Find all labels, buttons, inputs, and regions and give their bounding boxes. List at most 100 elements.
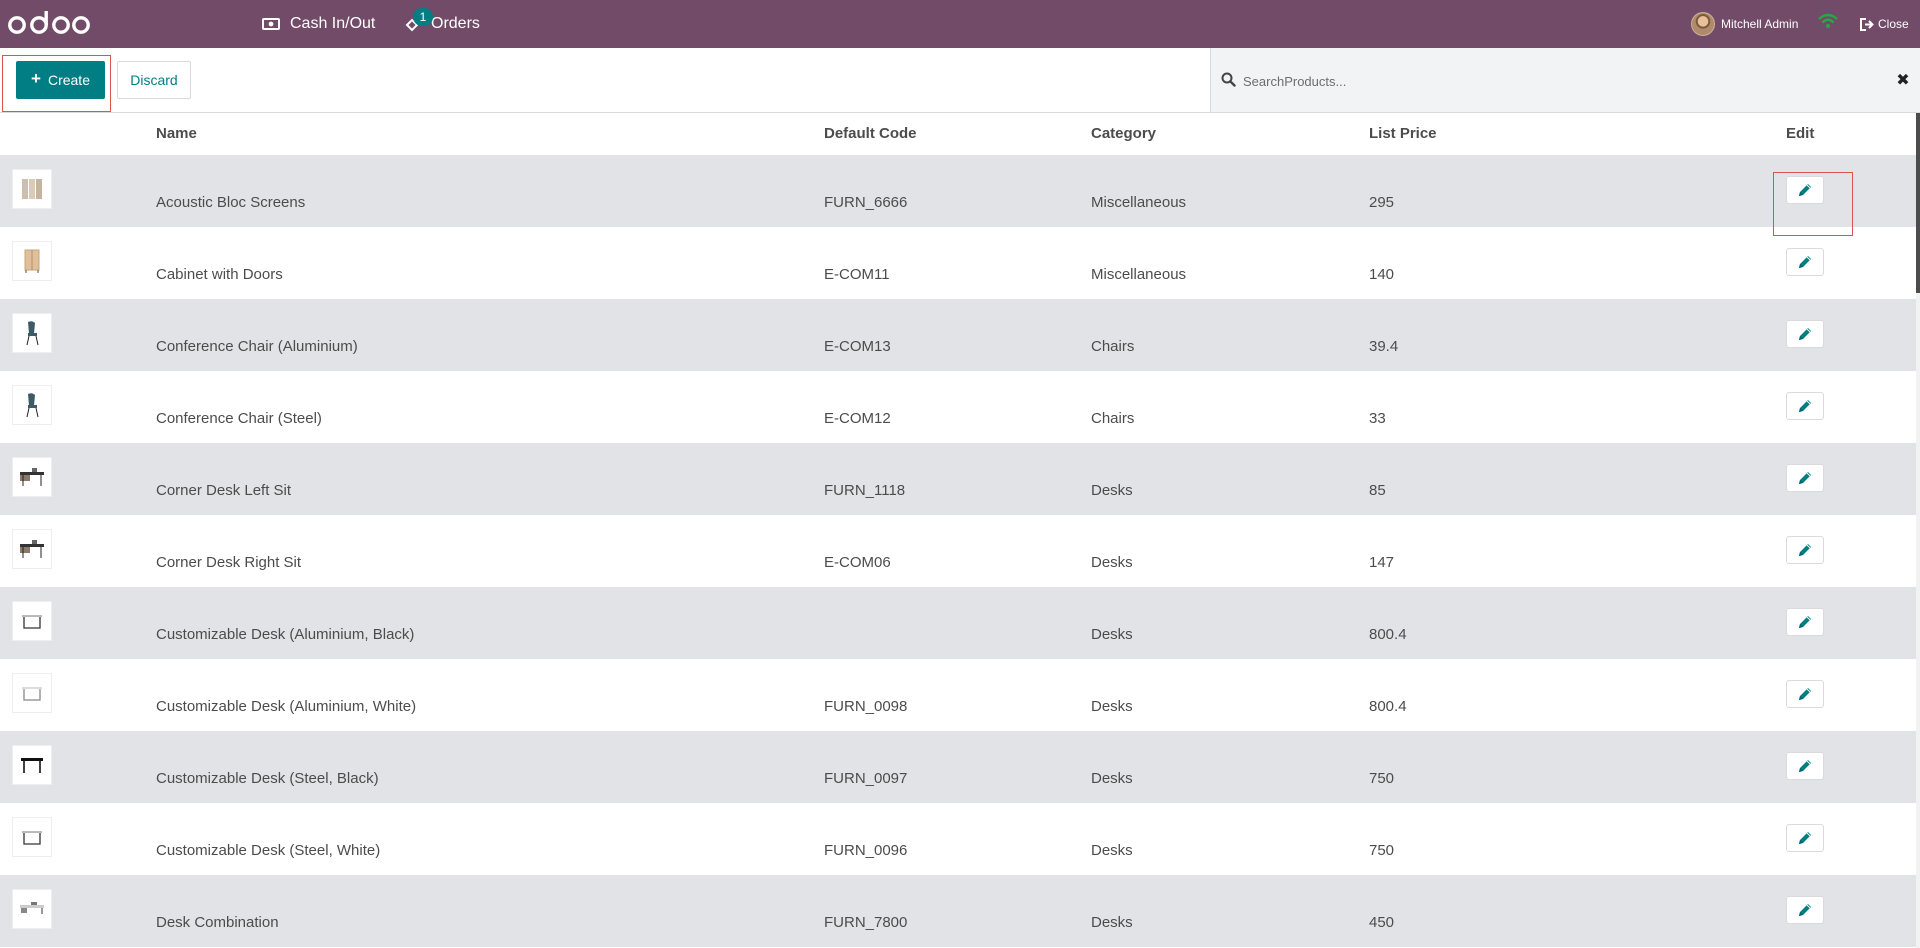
product-name: Customizable Desk (Aluminium, White)	[156, 698, 417, 715]
table-row[interactable]: Customizable Desk (Steel, White) FURN_009…	[0, 803, 1918, 875]
edit-button[interactable]	[1786, 896, 1824, 924]
close-label: Close	[1878, 17, 1909, 31]
header-default-code[interactable]: Default Code	[824, 125, 917, 142]
orders-count-badge: 1	[413, 8, 433, 26]
edit-button[interactable]	[1786, 392, 1824, 420]
product-image	[12, 745, 52, 785]
scrollbar-thumb[interactable]	[1916, 113, 1920, 293]
default-code: FURN_7800	[824, 914, 908, 931]
list-price: 800.4	[1369, 698, 1407, 715]
pencil-icon	[1799, 472, 1811, 484]
edit-button[interactable]	[1786, 248, 1824, 276]
edit-button[interactable]	[1786, 464, 1824, 492]
user-name: Mitchell Admin	[1721, 17, 1799, 31]
table-header: Name Default Code Category List Price Ed…	[0, 113, 1918, 155]
list-price: 750	[1369, 842, 1395, 859]
category: Miscellaneous	[1091, 266, 1187, 283]
list-price: 33	[1369, 410, 1386, 427]
table-row[interactable]: Conference Chair (Aluminium) E-COM13 Chair…	[0, 299, 1918, 371]
list-price: 147	[1369, 554, 1395, 571]
search-bar	[1210, 48, 1920, 112]
pencil-icon	[1799, 616, 1811, 628]
pencil-icon	[1799, 328, 1811, 340]
search-input[interactable]	[1241, 68, 1865, 94]
plus-icon: +	[31, 69, 41, 88]
scrollbar[interactable]	[1916, 113, 1920, 948]
product-image	[12, 385, 52, 425]
products-table: Name Default Code Category List Price Ed…	[0, 113, 1918, 947]
default-code: E-COM12	[824, 410, 891, 427]
table-row[interactable]: Customizable Desk (Steel, Black) FURN_009…	[0, 731, 1918, 803]
edit-button[interactable]	[1786, 752, 1824, 780]
edit-button[interactable]	[1786, 536, 1824, 564]
top-navbar: Cash In/Out Orders 1 Mitchell Admin Clos…	[0, 0, 1920, 48]
header-category[interactable]: Category	[1091, 125, 1156, 142]
create-button[interactable]: + Create	[16, 61, 105, 99]
list-price: 295	[1369, 194, 1395, 211]
table-row[interactable]: Acoustic Bloc Screens FURN_6666 Miscellane…	[0, 155, 1918, 227]
default-code: E-COM11	[824, 266, 890, 283]
edit-button[interactable]	[1786, 176, 1824, 204]
orders-label: Orders	[431, 15, 480, 32]
category: Desks	[1091, 482, 1133, 499]
edit-button[interactable]	[1786, 608, 1824, 636]
product-name: Acoustic Bloc Screens	[156, 194, 306, 211]
header-edit: Edit	[1786, 125, 1815, 142]
product-image	[12, 673, 52, 713]
default-code: FURN_6666	[824, 194, 908, 211]
pencil-icon	[1799, 688, 1811, 700]
product-name: Customizable Desk (Steel, Black)	[156, 770, 379, 787]
clear-search-icon[interactable]: ✖	[1893, 70, 1913, 90]
category: Chairs	[1091, 410, 1135, 427]
avatar	[1691, 12, 1715, 36]
table-row[interactable]: Customizable Desk (Aluminium, Black) Desk…	[0, 587, 1918, 659]
close-button[interactable]: Close	[1860, 0, 1909, 48]
pencil-icon	[1799, 544, 1811, 556]
category: Desks	[1091, 698, 1133, 715]
money-icon	[262, 18, 280, 30]
user-menu[interactable]: Mitchell Admin	[1691, 0, 1798, 48]
pencil-icon	[1799, 184, 1811, 196]
cash-in-out-button[interactable]: Cash In/Out	[262, 0, 375, 48]
pencil-icon	[1799, 256, 1811, 268]
header-name[interactable]: Name	[156, 125, 197, 142]
header-list-price[interactable]: List Price	[1369, 125, 1437, 142]
create-label: Create	[47, 72, 90, 88]
sign-out-icon	[1860, 17, 1874, 31]
pencil-icon	[1799, 760, 1811, 772]
list-price: 750	[1369, 770, 1395, 787]
table-body: Acoustic Bloc Screens FURN_6666 Miscellane…	[0, 155, 1918, 947]
list-price: 140	[1369, 266, 1395, 283]
pencil-icon	[1799, 904, 1811, 916]
edit-button[interactable]	[1786, 824, 1824, 852]
list-price: 800.4	[1369, 626, 1407, 643]
product-name: Conference Chair (Aluminium)	[156, 338, 358, 355]
table-row[interactable]: Corner Desk Right Sit E-COM06 Desks 147	[0, 515, 1918, 587]
edit-button[interactable]	[1786, 680, 1824, 708]
odoo-logo	[8, 11, 90, 34]
pencil-icon	[1799, 832, 1811, 844]
product-name: Conference Chair (Steel)	[156, 410, 322, 427]
list-price: 39.4	[1369, 338, 1399, 355]
table-row[interactable]: Cabinet with Doors E-COM11 Miscellaneous 14…	[0, 227, 1918, 299]
category: Chairs	[1091, 338, 1135, 355]
product-name: Customizable Desk (Steel, White)	[156, 842, 381, 859]
table-row[interactable]: Corner Desk Left Sit FURN_1118 Desks 85	[0, 443, 1918, 515]
table-row[interactable]: Desk Combination FURN_7800 Desks 450	[0, 875, 1918, 947]
category: Desks	[1091, 554, 1133, 571]
product-name: Corner Desk Left Sit	[156, 482, 292, 499]
product-image	[12, 601, 52, 641]
table-row[interactable]: Customizable Desk (Aluminium, White) FURN…	[0, 659, 1918, 731]
default-code: FURN_0098	[824, 698, 908, 715]
product-image	[12, 169, 52, 209]
default-code: E-COM13	[824, 338, 891, 355]
product-image	[12, 313, 52, 353]
category: Desks	[1091, 770, 1133, 787]
edit-button[interactable]	[1786, 320, 1824, 348]
wifi-icon	[1818, 13, 1838, 28]
search-icon	[1221, 72, 1236, 87]
discard-button[interactable]: Discard	[117, 61, 191, 99]
table-row[interactable]: Conference Chair (Steel) E-COM12 Chairs 33	[0, 371, 1918, 443]
category: Miscellaneous	[1091, 194, 1187, 211]
product-image	[12, 817, 52, 857]
